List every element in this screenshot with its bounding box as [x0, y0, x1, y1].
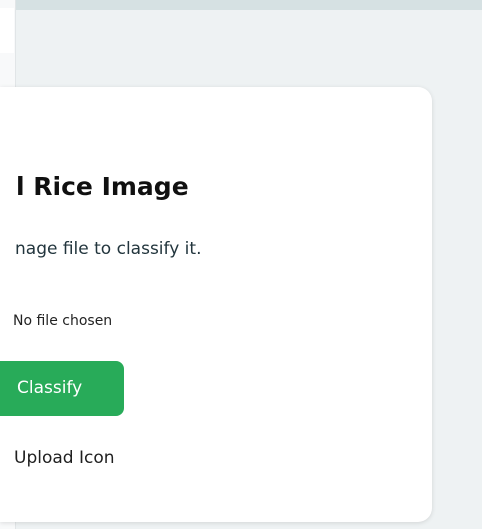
- classify-button[interactable]: Classify: [0, 361, 124, 416]
- file-chooser-status[interactable]: No file chosen: [13, 312, 112, 330]
- card-title: l Rice Image: [16, 172, 189, 201]
- browser-viewport: l Rice Image nage file to classify it. N…: [0, 0, 482, 529]
- upload-icon: Upload Icon: [14, 448, 115, 468]
- card-description: nage file to classify it.: [15, 239, 202, 259]
- upload-card: l Rice Image nage file to classify it. N…: [0, 87, 432, 522]
- top-strip: [0, 0, 482, 10]
